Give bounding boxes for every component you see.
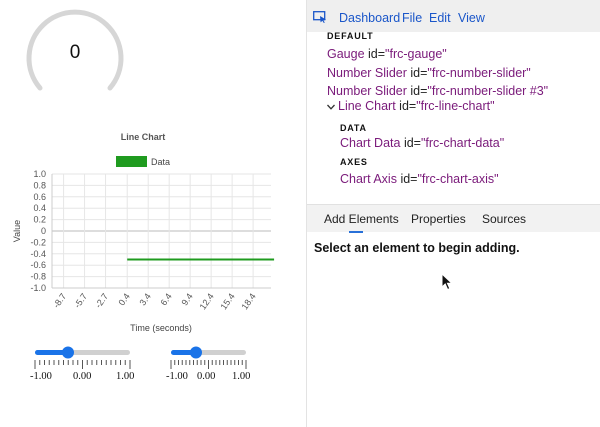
y-tick-label: 0.8 [33, 180, 46, 190]
dashboard-canvas: 0 Line Chart Data 1.0 0.8 0.6 0.4 0.2 0 -0.2 -0.4… [0, 0, 306, 427]
y-tick-label: 0.2 [33, 215, 46, 225]
chevron-down-icon[interactable] [326, 102, 336, 112]
x-tick-label: 0.4 [116, 291, 131, 307]
tree-item-value: "frc-number-slider" [427, 66, 531, 80]
tab-add-elements[interactable]: Add Elements [324, 212, 399, 226]
number-slider-3[interactable]: -1.00 0.00 1.00 [166, 343, 276, 388]
tree-item-value: "frc-chart-axis" [417, 172, 499, 186]
legend-label: Data [151, 157, 170, 167]
slider-min-label: -1.00 [166, 371, 188, 382]
y-tick-label: -0.8 [30, 272, 46, 282]
x-tick-label: -2.7 [93, 291, 110, 309]
default-section-label: DEFAULT [327, 32, 374, 41]
x-tick-label: 12.4 [198, 291, 216, 311]
x-tick-label: -8.7 [51, 291, 68, 309]
y-tick-label: 0 [41, 226, 46, 236]
x-tick-label: 18.4 [239, 291, 257, 311]
tree-item-gauge[interactable]: Gauge id="frc-gauge" [327, 47, 447, 61]
tree-item-tag: Chart Data [340, 136, 401, 150]
x-tick-label: 6.4 [158, 291, 173, 307]
menu-dashboard[interactable]: Dashboard [339, 11, 400, 25]
slider-thumb[interactable] [190, 346, 202, 359]
tab-bar: Add Elements Properties Sources [307, 204, 600, 233]
tree-item-tag: Chart Axis [340, 172, 397, 186]
line-chart: Line ChartData1.00.80.60.40.20-0.2-0.4-0… [12, 132, 275, 333]
panel-message: Select an element to begin adding. [314, 241, 520, 255]
gauge-value: 0 [69, 42, 81, 63]
tree-item-tag: Number Slider [327, 84, 407, 98]
x-tick-label: 9.4 [179, 291, 194, 307]
slider-mid-label: 0.00 [197, 371, 216, 382]
gauge-widget: 0 [0, 0, 150, 100]
tab-sources[interactable]: Sources [482, 212, 526, 226]
tree-item-attr: id= [410, 66, 428, 80]
chart-title: Line Chart [121, 132, 166, 142]
tree-item-value: "frc-line-chart" [416, 99, 495, 113]
tree-item-number-slider-3[interactable]: Number Slider id="frc-number-slider #3" [327, 84, 548, 98]
y-tick-label: -0.6 [30, 260, 46, 270]
y-tick-label: 1.0 [33, 169, 46, 179]
slider-mid-label: 0.00 [73, 371, 92, 382]
y-tick-label: 0.6 [33, 192, 46, 202]
slider-max-label: 1.00 [232, 371, 251, 382]
menu-bar: Dashboard File Edit View [307, 0, 600, 32]
element-tree: DEFAULT Gauge id="frc-gauge" Number Slid… [307, 32, 600, 204]
axes-section-label: AXES [340, 157, 368, 167]
mouse-cursor-icon [441, 273, 454, 291]
menu-edit[interactable]: Edit [429, 11, 451, 25]
tree-item-attr: id= [400, 172, 418, 186]
y-axis-label: Value [12, 220, 22, 242]
slider-track[interactable] [166, 343, 276, 371]
tree-item-attr: id= [403, 136, 421, 150]
tree-item-tag: Gauge [327, 47, 365, 61]
x-axis-label: Time (seconds) [130, 323, 192, 333]
y-tick-label: 0.4 [33, 203, 46, 213]
slider-thumb[interactable] [62, 346, 74, 359]
y-tick-label: -0.4 [30, 249, 46, 259]
y-tick-label: -0.2 [30, 237, 46, 247]
tree-item-attr: id= [399, 99, 417, 113]
tab-properties[interactable]: Properties [411, 212, 466, 226]
tree-item-tag: Line Chart [338, 99, 396, 113]
tree-item-value: "frc-number-slider #3" [427, 84, 549, 98]
x-tick-label: 3.4 [137, 291, 152, 307]
menu-file[interactable]: File [402, 11, 422, 25]
tree-item-number-slider[interactable]: Number Slider id="frc-number-slider" [327, 66, 531, 80]
devtools-panel: Dashboard File Edit View DEFAULT Gauge i… [306, 0, 600, 427]
active-tab-indicator [349, 231, 363, 233]
menu-view[interactable]: View [458, 11, 485, 25]
x-tick-label: 15.4 [219, 291, 237, 311]
slider-min-label: -1.00 [30, 371, 52, 382]
x-tick-label: -5.7 [72, 291, 89, 309]
slider-max-label: 1.00 [116, 371, 135, 382]
y-tick-label: -1.0 [30, 283, 46, 293]
number-slider[interactable]: -1.00 0.00 1.00 [30, 343, 140, 388]
tree-item-value: "frc-chart-data" [420, 136, 505, 150]
tree-item-chart-data[interactable]: Chart Data id="frc-chart-data" [340, 136, 504, 150]
tree-item-value: "frc-gauge" [385, 47, 447, 61]
tree-item-chart-axis[interactable]: Chart Axis id="frc-chart-axis" [340, 172, 499, 186]
element-picker-icon[interactable] [313, 11, 327, 23]
slider-track[interactable] [30, 343, 140, 371]
legend-swatch [116, 156, 147, 167]
tree-item-tag: Number Slider [327, 66, 407, 80]
data-section-label: DATA [340, 123, 367, 133]
tree-item-attr: id= [410, 84, 428, 98]
tree-item-attr: id= [368, 47, 386, 61]
tree-item-line-chart[interactable]: Line Chart id="frc-line-chart" [338, 99, 495, 113]
